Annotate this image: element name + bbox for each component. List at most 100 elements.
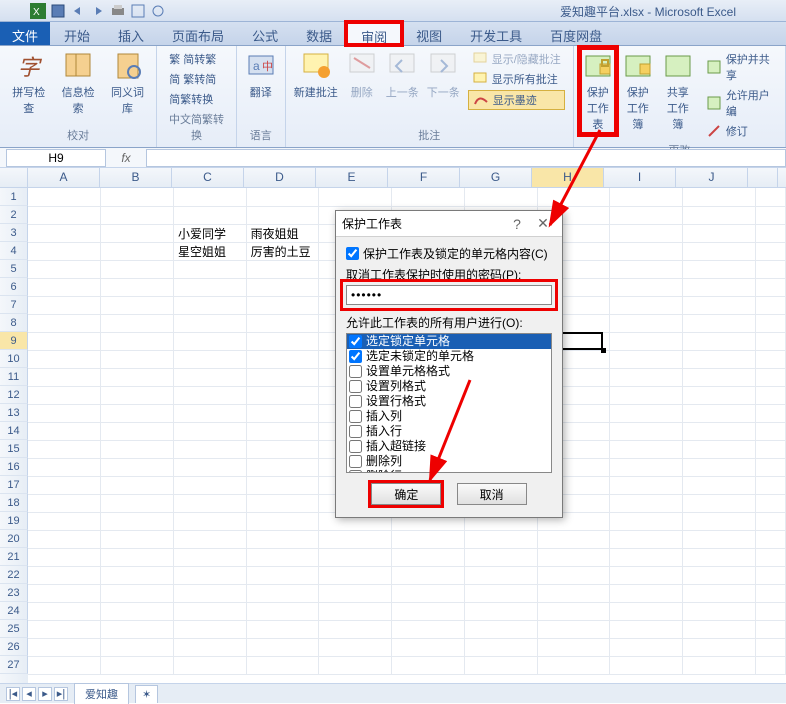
ok-button[interactable]: 确定 (371, 483, 441, 505)
cell-E26[interactable] (319, 638, 392, 656)
col-header-G[interactable]: G (460, 168, 532, 187)
cell-C8[interactable] (173, 314, 246, 332)
cell-H27[interactable] (537, 656, 610, 674)
cell-C7[interactable] (173, 296, 246, 314)
cell-B8[interactable] (101, 314, 174, 332)
cell-15[interactable] (755, 440, 785, 458)
cell-I3[interactable] (610, 224, 683, 242)
cell-26[interactable] (755, 638, 785, 656)
tab-data[interactable]: 数据 (292, 22, 346, 45)
cell-A14[interactable] (28, 422, 101, 440)
cell-F1[interactable] (392, 188, 465, 206)
cell-D20[interactable] (246, 530, 319, 548)
cell-A12[interactable] (28, 386, 101, 404)
cell-C16[interactable] (173, 458, 246, 476)
row-header-17[interactable]: 17 (0, 476, 28, 494)
cell-D21[interactable] (246, 548, 319, 566)
col-header-F[interactable]: F (388, 168, 460, 187)
cell-J9[interactable] (682, 332, 755, 350)
tab-view[interactable]: 视图 (402, 22, 456, 45)
cell-J19[interactable] (682, 512, 755, 530)
cell-B25[interactable] (101, 620, 174, 638)
cell-I22[interactable] (610, 566, 683, 584)
new-comment-button[interactable]: 新建批注 (294, 50, 338, 100)
cell-D4[interactable]: 厉害的土豆 (246, 242, 319, 260)
cell-G24[interactable] (464, 602, 537, 620)
cell-J14[interactable] (682, 422, 755, 440)
password-input[interactable] (346, 285, 552, 305)
row-header-19[interactable]: 19 (0, 512, 28, 530)
protect-share-button[interactable]: 保护并共享 (702, 50, 777, 84)
cell-G1[interactable] (464, 188, 537, 206)
showhide-comment-button[interactable]: 显示/隐藏批注 (468, 50, 565, 68)
cell-B17[interactable] (101, 476, 174, 494)
select-all-corner[interactable] (0, 168, 28, 187)
cell-E21[interactable] (319, 548, 392, 566)
cancel-button[interactable]: 取消 (457, 483, 527, 505)
cell-B11[interactable] (101, 368, 174, 386)
cell-A19[interactable] (28, 512, 101, 530)
cell-C21[interactable] (173, 548, 246, 566)
cell-I26[interactable] (610, 638, 683, 656)
cell-B7[interactable] (101, 296, 174, 314)
cell-20[interactable] (755, 530, 785, 548)
prev-comment-button[interactable]: 上一条 (386, 50, 419, 100)
cell-A8[interactable] (28, 314, 101, 332)
research-button[interactable]: 信息检索 (57, 50, 98, 116)
track-changes-button[interactable]: 修订 (702, 122, 777, 140)
cell-24[interactable] (755, 602, 785, 620)
sheet-nav-last[interactable]: ▸| (54, 687, 68, 701)
col-header-H[interactable]: H (532, 168, 604, 187)
cell-B22[interactable] (101, 566, 174, 584)
name-box[interactable]: H9 (6, 149, 106, 167)
cell-E23[interactable] (319, 584, 392, 602)
cell-D24[interactable] (246, 602, 319, 620)
cell-H22[interactable] (537, 566, 610, 584)
cell-D8[interactable] (246, 314, 319, 332)
t2s-button[interactable]: 简 繁转简 (165, 70, 220, 88)
cell-B16[interactable] (101, 458, 174, 476)
show-ink-button[interactable]: 显示墨迹 (468, 90, 565, 110)
cell-D16[interactable] (246, 458, 319, 476)
cell-I16[interactable] (610, 458, 683, 476)
cell-I4[interactable] (610, 242, 683, 260)
cell-B2[interactable] (101, 206, 174, 224)
cell-H20[interactable] (537, 530, 610, 548)
cell-A5[interactable] (28, 260, 101, 278)
cell-7[interactable] (755, 296, 785, 314)
cell-C11[interactable] (173, 368, 246, 386)
cell-J10[interactable] (682, 350, 755, 368)
cell-J24[interactable] (682, 602, 755, 620)
cell-C24[interactable] (173, 602, 246, 620)
cell-B15[interactable] (101, 440, 174, 458)
cell-I21[interactable] (610, 548, 683, 566)
perm-item[interactable]: 设置列格式 (347, 379, 551, 394)
cell-I7[interactable] (610, 296, 683, 314)
row-header-23[interactable]: 23 (0, 584, 28, 602)
cell-A11[interactable] (28, 368, 101, 386)
cell-27[interactable] (755, 656, 785, 674)
cell-F22[interactable] (392, 566, 465, 584)
cell-22[interactable] (755, 566, 785, 584)
cell-B12[interactable] (101, 386, 174, 404)
cell-H24[interactable] (537, 602, 610, 620)
cell-C15[interactable] (173, 440, 246, 458)
sheet-nav-prev[interactable]: ◂ (22, 687, 36, 701)
cell-B3[interactable] (101, 224, 174, 242)
cell-B26[interactable] (101, 638, 174, 656)
cell-D14[interactable] (246, 422, 319, 440)
col-header-[interactable] (748, 168, 778, 187)
cell-J27[interactable] (682, 656, 755, 674)
cell-C4[interactable]: 星空姐姐 (173, 242, 246, 260)
cell-A10[interactable] (28, 350, 101, 368)
cell-J11[interactable] (682, 368, 755, 386)
cell-D2[interactable] (246, 206, 319, 224)
cell-A22[interactable] (28, 566, 101, 584)
sheet-nav-first[interactable]: |◂ (6, 687, 20, 701)
col-header-B[interactable]: B (100, 168, 172, 187)
perm-item[interactable]: 设置行格式 (347, 394, 551, 409)
cell-4[interactable] (755, 242, 785, 260)
cell-1[interactable] (755, 188, 785, 206)
cell-J3[interactable] (682, 224, 755, 242)
cell-C13[interactable] (173, 404, 246, 422)
